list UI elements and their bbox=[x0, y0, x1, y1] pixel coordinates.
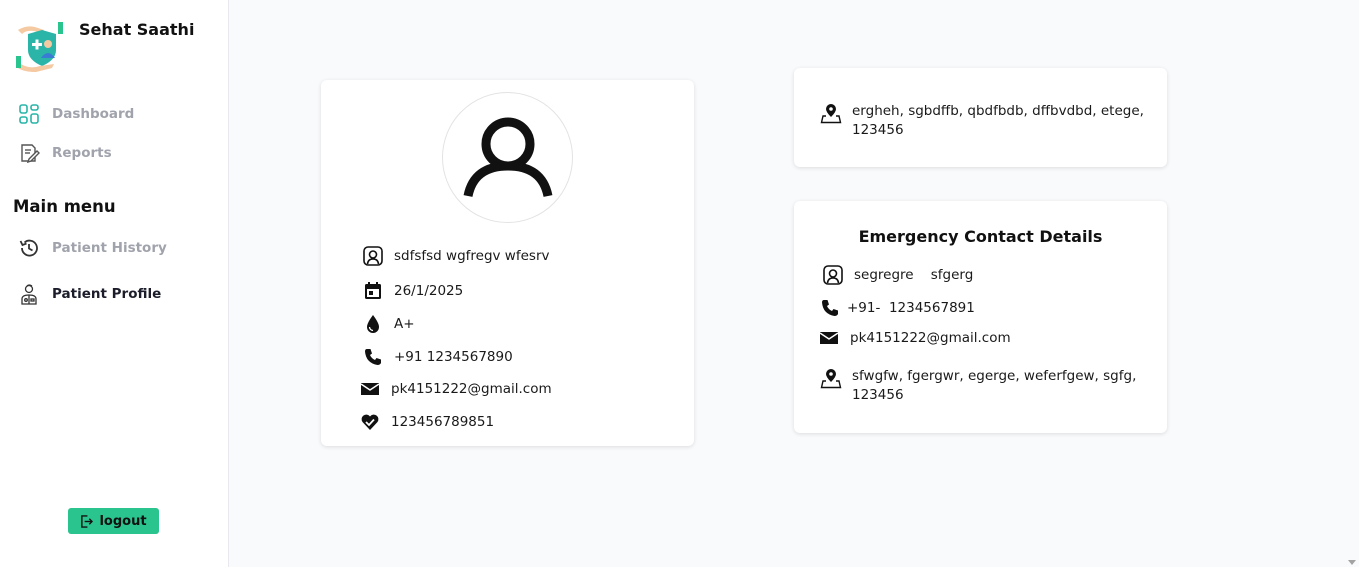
sidebar-item-patient-history[interactable]: Patient History bbox=[18, 237, 167, 259]
sidebar-item-patient-profile[interactable]: Patient Profile bbox=[18, 283, 161, 305]
patient-health-id: 123456789851 bbox=[391, 414, 495, 430]
phone-icon bbox=[819, 297, 841, 319]
map-pin-icon bbox=[820, 367, 842, 389]
sidebar-item-label: Reports bbox=[52, 145, 112, 161]
emergency-card-title: Emergency Contact Details bbox=[858, 227, 1103, 246]
patient-phone-row: +91 1234567890 bbox=[362, 346, 513, 368]
main-menu-heading: Main menu bbox=[13, 197, 116, 216]
id-portrait-icon bbox=[822, 264, 844, 286]
sidebar-item-reports[interactable]: Reports bbox=[18, 142, 112, 164]
sidebar-item-label: Patient Profile bbox=[52, 286, 162, 302]
emergency-address: sfwgfw, fgergwr, egerge, weferfgew, sgfg… bbox=[852, 368, 1137, 403]
patient-blood-row: A+ bbox=[362, 313, 415, 335]
brand[interactable]: Sehat Saathi bbox=[14, 18, 194, 72]
patient-profile-card: sdfsfsd wgfregv wfesrv 26/1/2025 A+ +91 … bbox=[321, 80, 694, 446]
logout-label: logout bbox=[99, 513, 147, 529]
scroll-down-arrow-icon[interactable] bbox=[1348, 560, 1356, 565]
user-avatar-icon bbox=[463, 117, 552, 197]
doctor-profile-icon bbox=[21, 284, 37, 305]
patient-address: ergheh, sgbdffb, qbdfbdb, dffbvdbd, eteg… bbox=[852, 103, 1144, 138]
app-name: Sehat Saathi bbox=[79, 20, 195, 39]
blood-drop-icon bbox=[362, 313, 384, 335]
patient-name: sdfsfsd wgfregv wfesrv bbox=[394, 248, 550, 264]
avatar bbox=[442, 92, 573, 223]
emergency-name-row: segregre sfgerg bbox=[822, 264, 973, 286]
sidebar-item-dashboard[interactable]: Dashboard bbox=[18, 103, 134, 125]
emergency-phone-row: +91- 1234567891 bbox=[819, 297, 975, 319]
patient-dob: 26/1/2025 bbox=[394, 283, 464, 299]
mail-icon bbox=[818, 327, 840, 349]
dashboard-grid-icon bbox=[19, 104, 39, 124]
emergency-name: segregre sfgerg bbox=[854, 267, 974, 283]
health-shield-hands-logo-icon bbox=[16, 22, 63, 72]
patient-phone: +91 1234567890 bbox=[394, 349, 513, 365]
patient-email-row: pk4151222@gmail.com bbox=[359, 378, 552, 400]
heart-check-icon bbox=[359, 411, 381, 433]
patient-address-card: ergheh, sgbdffb, qbdfbdb, dffbvdbd, eteg… bbox=[794, 68, 1167, 167]
patient-name-row: sdfsfsd wgfregv wfesrv bbox=[362, 245, 549, 267]
emergency-phone: +91- 1234567891 bbox=[847, 300, 975, 316]
emergency-contact-card: Emergency Contact Details segregre sfger… bbox=[794, 201, 1167, 433]
patient-dob-row: 26/1/2025 bbox=[362, 280, 463, 302]
phone-icon bbox=[362, 346, 384, 368]
emergency-email: pk4151222@gmail.com bbox=[850, 330, 1011, 346]
patient-health-id-row: 123456789851 bbox=[359, 411, 494, 433]
sidebar-item-label: Dashboard bbox=[52, 106, 135, 122]
report-edit-icon bbox=[21, 144, 40, 164]
logout-button[interactable]: logout bbox=[68, 508, 159, 534]
patient-email: pk4151222@gmail.com bbox=[391, 381, 552, 397]
id-portrait-icon bbox=[362, 245, 384, 267]
sidebar-item-label: Patient History bbox=[52, 240, 167, 256]
mail-icon bbox=[359, 378, 381, 400]
emergency-email-row: pk4151222@gmail.com bbox=[818, 327, 1011, 349]
address-row: ergheh, sgbdffb, qbdfbdb, dffbvdbd, eteg… bbox=[820, 102, 1150, 140]
patient-blood-group: A+ bbox=[394, 316, 415, 332]
map-pin-icon bbox=[820, 102, 842, 124]
scrollbar[interactable] bbox=[1347, 0, 1359, 567]
calendar-icon bbox=[362, 280, 384, 302]
logout-icon bbox=[81, 514, 94, 528]
sidebar: Sehat Saathi Dashboard Reports Main menu… bbox=[0, 0, 229, 567]
emergency-address-row: sfwgfw, fgergwr, egerge, weferfgew, sgfg… bbox=[820, 367, 1150, 405]
history-icon bbox=[19, 239, 38, 257]
